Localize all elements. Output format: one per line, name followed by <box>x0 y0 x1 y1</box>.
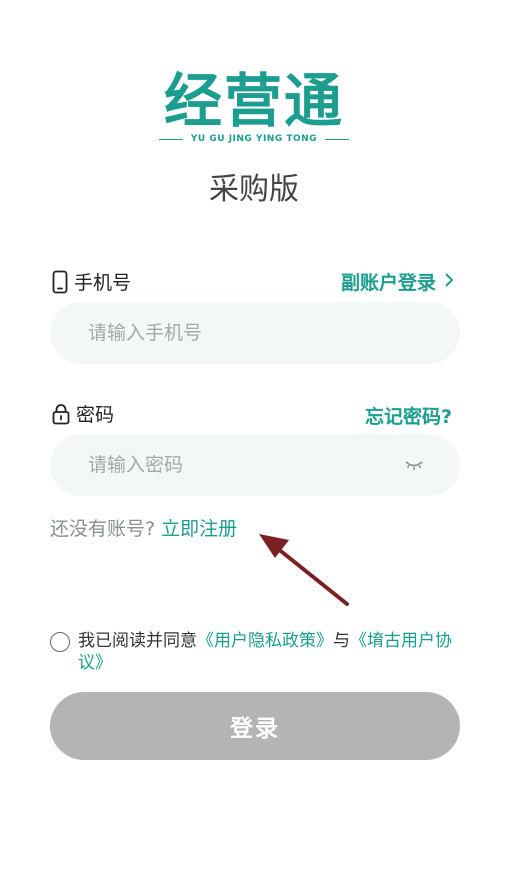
password-label-row: 密码 <box>52 400 114 427</box>
register-link[interactable]: 立即注册 <box>161 518 237 540</box>
agreement-prefix: 我已阅读并同意 <box>78 631 197 651</box>
agreement-conjunction: 与 <box>333 631 350 651</box>
logo-subtitle-row: YU GU JING YING TONG <box>0 134 508 144</box>
login-button[interactable]: 登录 <box>50 692 460 760</box>
sub-account-login-label: 副账户登录 <box>340 272 436 294</box>
logo-divider-right <box>325 138 350 140</box>
phone-label: 手机号 <box>74 272 132 294</box>
password-input[interactable] <box>86 453 404 477</box>
annotation-arrow-icon <box>259 534 349 606</box>
phone-icon <box>52 270 68 294</box>
password-label: 密码 <box>76 404 115 426</box>
agreement-row: 我已阅读并同意《用户隐私政策》与《堉古用户协议》 <box>50 630 460 674</box>
register-prompt: 还没有账号? <box>50 518 156 540</box>
agreement-text: 我已阅读并同意《用户隐私政策》与《堉古用户协议》 <box>78 630 460 674</box>
eye-closed-icon[interactable] <box>404 456 424 475</box>
register-row: 还没有账号? 立即注册 <box>50 516 237 542</box>
privacy-policy-link[interactable]: 《用户隐私政策》 <box>197 631 333 651</box>
phone-label-row: 手机号 <box>52 268 131 295</box>
app-logo: 经营通 <box>163 67 344 135</box>
phone-input[interactable] <box>86 321 424 345</box>
sub-account-login-link[interactable]: 副账户登录 <box>341 268 454 295</box>
agreement-checkbox[interactable] <box>50 632 70 652</box>
phone-input-container <box>50 302 460 364</box>
edition-title: 采购版 <box>209 172 299 207</box>
forgot-password-link[interactable]: 忘记密码? <box>365 402 452 429</box>
logo-subtitle: YU GU JING YING TONG <box>190 134 318 144</box>
logo-divider-left <box>158 138 183 140</box>
password-input-container <box>50 434 460 496</box>
lock-icon <box>52 403 70 425</box>
chevron-right-icon <box>444 272 454 292</box>
